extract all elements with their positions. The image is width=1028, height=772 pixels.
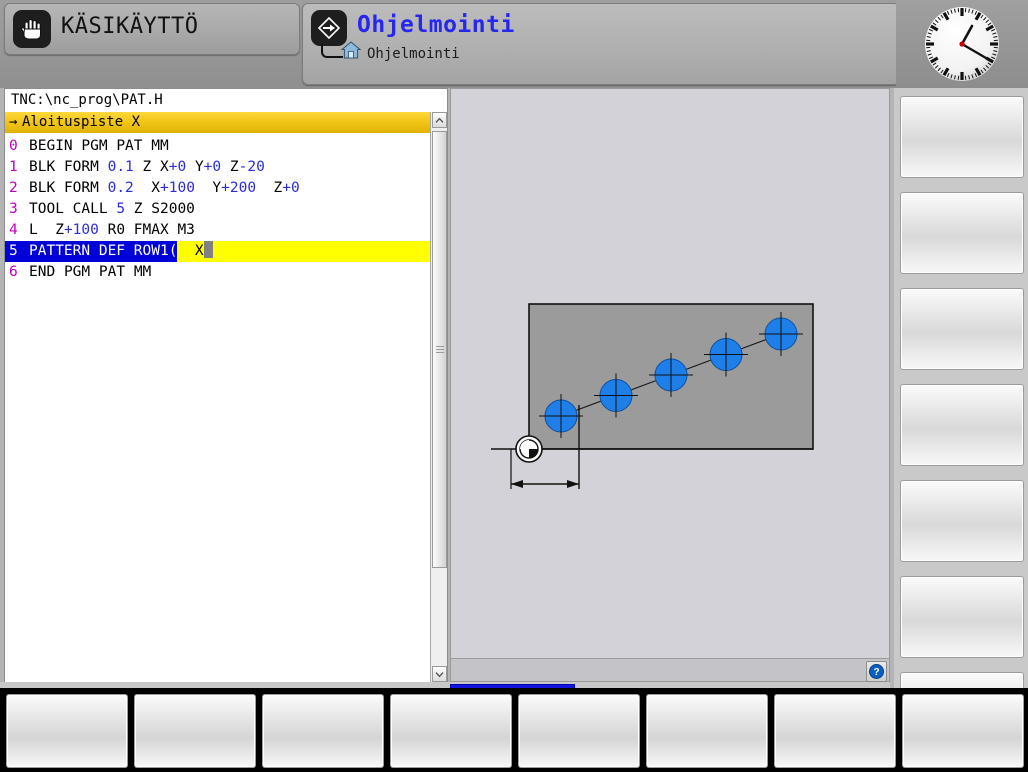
bottom-softkey-2[interactable] bbox=[134, 694, 256, 768]
analog-clock bbox=[925, 7, 999, 81]
bottom-softkey-6[interactable] bbox=[646, 694, 768, 768]
mode-tab-programming-sublabel: Ohjelmointi bbox=[367, 46, 460, 62]
vertical-softkey-3[interactable] bbox=[900, 288, 1024, 370]
line-text: BEGIN PGM PAT MM bbox=[29, 138, 169, 154]
active-input-field[interactable]: X bbox=[177, 241, 431, 262]
vertical-softkey-6[interactable] bbox=[900, 576, 1024, 658]
dimension-arrow-right bbox=[567, 480, 579, 488]
vertical-softkey-4[interactable] bbox=[900, 384, 1024, 466]
program-line-6[interactable]: 6 END PGM PAT MM bbox=[5, 262, 431, 283]
tnc-control-screen: KÄSIKÄYTTÖ Ohjelmointi Ohjelmointi TNC:\… bbox=[0, 0, 1028, 772]
bottom-softkey-7[interactable] bbox=[774, 694, 896, 768]
program-line-1[interactable]: 1 BLK FORM 0.1 Z X+0 Y+0 Z-20 bbox=[5, 157, 431, 178]
grip-lines-icon bbox=[436, 345, 444, 354]
mode-tab-programming[interactable]: Ohjelmointi Ohjelmointi bbox=[302, 3, 900, 85]
program-line-4[interactable]: 4 L Z+100 R0 FMAX M3 bbox=[5, 220, 431, 241]
program-path-label: TNC:\nc_prog\PAT.H bbox=[5, 89, 447, 111]
bottom-softkey-8[interactable] bbox=[902, 694, 1024, 768]
graphics-pane-footer: ? bbox=[450, 658, 890, 682]
mode-tab-manual[interactable]: KÄSIKÄYTTÖ bbox=[4, 3, 300, 55]
vertical-softkey-2[interactable] bbox=[900, 192, 1024, 274]
line-number: 1 bbox=[9, 159, 18, 175]
line-text: BLK FORM 0.1 Z X+0 Y+0 Z-20 bbox=[29, 159, 265, 175]
program-editor-pane: TNC:\nc_prog\PAT.H → Aloituspiste X 0 BEGI… bbox=[4, 88, 448, 682]
line-text: BLK FORM 0.2 X+100 Y+200 Z+0 bbox=[29, 180, 300, 196]
mode-tab-manual-label: KÄSIKÄYTTÖ bbox=[61, 14, 199, 39]
help-graphics-pane bbox=[450, 88, 890, 682]
prompt-text: Aloituspiste X bbox=[22, 114, 141, 130]
svg-text:?: ? bbox=[873, 667, 879, 678]
program-line-5[interactable]: 5 PATTERN DEF ROW1( X bbox=[5, 241, 431, 262]
prompt-arrow-icon: → bbox=[9, 114, 18, 130]
vertical-softkey-5[interactable] bbox=[900, 480, 1024, 562]
program-code-lines[interactable]: 0 BEGIN PGM PAT MM 1 BLK FORM 0.1 Z X+0 Y+0… bbox=[5, 136, 431, 682]
line-number: 0 bbox=[9, 138, 18, 154]
line-text: L Z+100 R0 FMAX M3 bbox=[29, 222, 195, 238]
home-icon bbox=[340, 41, 362, 59]
scrollbar-thumb-vertical[interactable] bbox=[432, 131, 447, 568]
text-caret bbox=[203, 241, 213, 258]
chevron-up-icon[interactable] bbox=[432, 112, 447, 128]
datum-origin-icon bbox=[515, 435, 543, 463]
bottom-softkey-3[interactable] bbox=[262, 694, 384, 768]
pattern-help-graphic bbox=[491, 303, 814, 489]
program-line-3[interactable]: 3 TOOL CALL 5 Z S2000 bbox=[5, 199, 431, 220]
dimension-arrow-left bbox=[511, 480, 523, 488]
bottom-softkey-4[interactable] bbox=[390, 694, 512, 768]
bottom-softkey-1[interactable] bbox=[6, 694, 128, 768]
program-line-2[interactable]: 2 BLK FORM 0.2 X+100 Y+200 Z+0 bbox=[5, 178, 431, 199]
line-text: TOOL CALL 5 Z S2000 bbox=[29, 201, 195, 217]
vertical-softkey-1[interactable] bbox=[900, 96, 1024, 178]
line-number: 5 bbox=[9, 243, 18, 259]
program-line-0[interactable]: 0 BEGIN PGM PAT MM bbox=[5, 136, 431, 157]
mode-header-bar: KÄSIKÄYTTÖ Ohjelmointi Ohjelmointi bbox=[0, 0, 1028, 88]
bottom-softkey-row bbox=[0, 688, 1028, 772]
line-number: 2 bbox=[9, 180, 18, 196]
tree-elbow-connector bbox=[321, 44, 343, 58]
line-text: END PGM PAT MM bbox=[29, 264, 152, 280]
question-mark-icon[interactable]: ? bbox=[866, 661, 887, 682]
line-text: PATTERN DEF ROW1( bbox=[29, 243, 178, 259]
vertical-softkey-column bbox=[894, 88, 1028, 754]
program-vertical-scrollbar[interactable] bbox=[430, 112, 447, 682]
chevron-down-icon[interactable] bbox=[432, 666, 447, 682]
line-number: 3 bbox=[9, 201, 18, 217]
main-content-area: TNC:\nc_prog\PAT.H → Aloituspiste X 0 BEGI… bbox=[0, 88, 1028, 754]
hand-icon bbox=[13, 10, 51, 48]
line-number: 4 bbox=[9, 222, 18, 238]
bottom-softkey-5[interactable] bbox=[518, 694, 640, 768]
line-number: 6 bbox=[9, 264, 18, 280]
mode-tab-programming-label: Ohjelmointi bbox=[357, 12, 515, 38]
clock-panel bbox=[896, 0, 1028, 88]
input-prompt-bar: → Aloituspiste X bbox=[5, 112, 447, 133]
